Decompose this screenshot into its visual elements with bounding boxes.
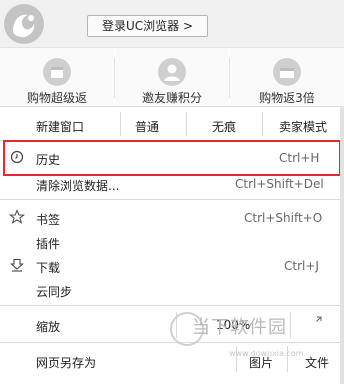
bookmarks-shortcut: Ctrl+Shift+O [244, 211, 323, 225]
downloads-item[interactable]: 下载 [36, 259, 60, 276]
quick-link-label: 邀友赚积分 [141, 91, 202, 105]
save-page-as-label: 网页另存为 [36, 356, 97, 370]
divider [0, 106, 340, 107]
plugins-item[interactable]: 插件 [36, 235, 60, 252]
shopping-bag-icon [43, 58, 71, 86]
star-icon [8, 209, 26, 225]
quick-link-label: 购物返3倍 [259, 91, 315, 105]
divider [186, 112, 187, 136]
bookmarks-item[interactable]: 书签 [36, 211, 60, 228]
divider [0, 305, 340, 306]
new-window-item[interactable]: 新建窗口 [36, 118, 84, 135]
user-avatar-icon [158, 58, 186, 86]
quick-link-triple-rebate[interactable]: 购物返3倍 [230, 48, 344, 106]
seller-mode-item[interactable]: 卖家模式 [279, 118, 327, 135]
divider [0, 199, 340, 200]
uc-logo-icon [4, 4, 44, 44]
watermark-text: 当下软件园 [192, 317, 287, 338]
window-edge [340, 106, 344, 384]
divider [120, 112, 121, 136]
history-shortcut: Ctrl+H [279, 151, 320, 165]
quick-link-shopping-rebate[interactable]: 购物超级返 [0, 48, 114, 106]
save-as-file-item[interactable]: 文件 [305, 354, 329, 371]
quick-link-label: 购物超级返 [26, 91, 87, 105]
cloud-sync-item[interactable]: 云同步 [36, 283, 72, 300]
download-icon [10, 258, 24, 272]
normal-mode-item[interactable]: 普通 [135, 118, 159, 135]
gift-box-icon [273, 58, 301, 86]
incognito-mode-item[interactable]: 无痕 [212, 118, 236, 135]
watermark-url: www.downxia.com [229, 349, 304, 358]
zoom-label: 缩放 [36, 320, 61, 334]
fullscreen-icon[interactable] [310, 316, 322, 328]
quick-link-invite-friends[interactable]: 邀友赚积分 [115, 48, 229, 106]
clear-browsing-data-item[interactable]: 清除浏览数据... [36, 177, 119, 194]
history-item[interactable]: 历史 [36, 151, 60, 168]
divider [290, 312, 291, 338]
login-uc-button[interactable]: 登录UC浏览器 > [87, 15, 208, 37]
divider [0, 342, 340, 343]
divider [262, 112, 263, 136]
downloads-shortcut: Ctrl+J [284, 259, 319, 273]
clear-data-shortcut: Ctrl+Shift+Del [235, 177, 324, 191]
clock-icon [10, 150, 24, 164]
